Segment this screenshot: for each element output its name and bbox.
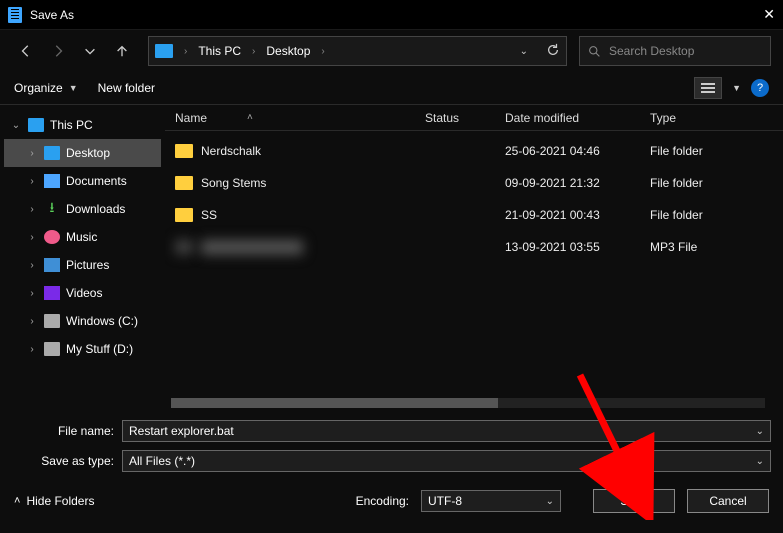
save-fields: File name: Restart explorer.bat ⌄ Save a…	[0, 412, 783, 476]
refresh-button[interactable]	[546, 43, 560, 60]
drive-icon	[44, 314, 60, 328]
filename-input[interactable]: Restart explorer.bat ⌄	[122, 420, 771, 442]
tree-label: Downloads	[66, 202, 125, 216]
dropdown-icon[interactable]: ⌄	[756, 456, 764, 467]
tree-downloads[interactable]: › ⭳ Downloads	[4, 195, 161, 223]
col-name[interactable]: Name˄	[175, 111, 425, 125]
chevron-right-icon: ›	[26, 148, 38, 159]
chevron-right-icon: ›	[26, 204, 38, 215]
pictures-icon	[44, 258, 60, 272]
tree-label: Pictures	[66, 258, 109, 272]
breadcrumb-root[interactable]: This PC	[194, 44, 245, 58]
organize-menu[interactable]: Organize ▼	[14, 81, 78, 95]
file-row[interactable]: Song Stems 09-09-2021 21:32 File folder	[165, 167, 783, 199]
tree-label: This PC	[50, 118, 93, 132]
col-status[interactable]: Status	[425, 111, 505, 125]
column-headers: Name˄ Status Date modified Type	[165, 105, 783, 131]
help-button[interactable]: ?	[751, 79, 769, 97]
view-options-button[interactable]	[694, 77, 722, 99]
chevron-right-icon: ›	[318, 46, 327, 57]
tree-label: Desktop	[66, 146, 110, 160]
tree-drive-d[interactable]: › My Stuff (D:)	[4, 335, 161, 363]
chevron-right-icon: ›	[26, 344, 38, 355]
folder-icon	[175, 144, 193, 158]
tree-videos[interactable]: › Videos	[4, 279, 161, 307]
folder-icon	[175, 208, 193, 222]
document-icon	[44, 174, 60, 188]
save-button[interactable]: Save	[593, 489, 675, 513]
col-date[interactable]: Date modified	[505, 111, 650, 125]
caret-down-icon: ▼	[69, 83, 78, 93]
cancel-button[interactable]: Cancel	[687, 489, 769, 513]
chevron-right-icon: ›	[26, 288, 38, 299]
dropdown-icon[interactable]: ⌄	[546, 496, 554, 507]
tree-documents[interactable]: › Documents	[4, 167, 161, 195]
file-row-redacted[interactable]: ████████████ 13-09-2021 03:55 MP3 File	[165, 231, 783, 263]
tree-pictures[interactable]: › Pictures	[4, 251, 161, 279]
file-row[interactable]: SS 21-09-2021 00:43 File folder	[165, 199, 783, 231]
back-button[interactable]	[12, 37, 40, 65]
tree-music[interactable]: › Music	[4, 223, 161, 251]
window-title: Save As	[30, 8, 735, 22]
chevron-right-icon: ›	[26, 260, 38, 271]
chevron-right-icon: ›	[26, 232, 38, 243]
sort-asc-icon: ˄	[247, 112, 253, 123]
download-icon: ⭳	[44, 202, 60, 216]
music-icon	[44, 230, 60, 244]
search-input[interactable]: Search Desktop	[579, 36, 771, 66]
search-placeholder: Search Desktop	[609, 44, 694, 58]
tree-label: Music	[66, 230, 97, 244]
search-icon	[588, 45, 601, 58]
desktop-icon	[44, 146, 60, 160]
file-list: Name˄ Status Date modified Type Nerdscha…	[165, 105, 783, 412]
breadcrumb-desktop[interactable]: Desktop	[262, 44, 314, 58]
nav-bar: › This PC › Desktop › ⌄ Search Desktop	[0, 30, 783, 72]
dropdown-icon[interactable]: ⌄	[756, 426, 764, 437]
forward-button[interactable]	[44, 37, 72, 65]
tree-label: Windows (C:)	[66, 314, 138, 328]
notepad-icon	[8, 7, 22, 23]
address-dropdown-icon[interactable]: ⌄	[520, 46, 528, 57]
filename-label: File name:	[12, 424, 122, 438]
tree-drive-c[interactable]: › Windows (C:)	[4, 307, 161, 335]
toolbar: Organize ▼ New folder ▼ ?	[0, 72, 783, 104]
chevron-up-icon: ˄	[14, 495, 20, 507]
pc-icon	[28, 118, 44, 132]
close-button[interactable]: ✕	[735, 6, 775, 23]
videos-icon	[44, 286, 60, 300]
drive-icon	[44, 342, 60, 356]
saveastype-label: Save as type:	[12, 454, 122, 468]
tree-label: My Stuff (D:)	[66, 342, 133, 356]
tree-label: Videos	[66, 286, 102, 300]
hide-folders-button[interactable]: ˄ Hide Folders	[14, 494, 94, 508]
chevron-right-icon: ›	[26, 316, 38, 327]
folder-icon	[175, 176, 193, 190]
tree-this-pc[interactable]: ⌄ This PC	[4, 111, 161, 139]
chevron-right-icon: ›	[249, 46, 258, 57]
tree-desktop[interactable]: › Desktop	[4, 139, 161, 167]
chevron-down-icon: ⌄	[10, 120, 22, 131]
up-button[interactable]	[108, 37, 136, 65]
file-row[interactable]: Nerdschalk 25-06-2021 04:46 File folder	[165, 135, 783, 167]
encoding-select[interactable]: UTF-8 ⌄	[421, 490, 561, 512]
dialog-footer: ˄ Hide Folders Encoding: UTF-8 ⌄ Save Ca…	[0, 476, 783, 526]
saveastype-select[interactable]: All Files (*.*) ⌄	[122, 450, 771, 472]
chevron-right-icon: ›	[26, 176, 38, 187]
new-folder-button[interactable]: New folder	[98, 81, 155, 95]
chevron-right-icon: ›	[181, 46, 190, 57]
encoding-label: Encoding:	[356, 494, 409, 508]
title-bar: Save As ✕	[0, 0, 783, 30]
pc-icon	[155, 44, 173, 58]
file-icon	[175, 240, 193, 254]
nav-tree: ⌄ This PC › Desktop › Documents › ⭳ Down…	[0, 105, 165, 412]
col-type[interactable]: Type	[650, 111, 783, 125]
address-bar[interactable]: › This PC › Desktop › ⌄	[148, 36, 567, 66]
recent-dropdown[interactable]	[76, 37, 104, 65]
tree-label: Documents	[66, 174, 127, 188]
horizontal-scrollbar[interactable]	[171, 398, 765, 408]
caret-down-icon[interactable]: ▼	[732, 83, 741, 93]
